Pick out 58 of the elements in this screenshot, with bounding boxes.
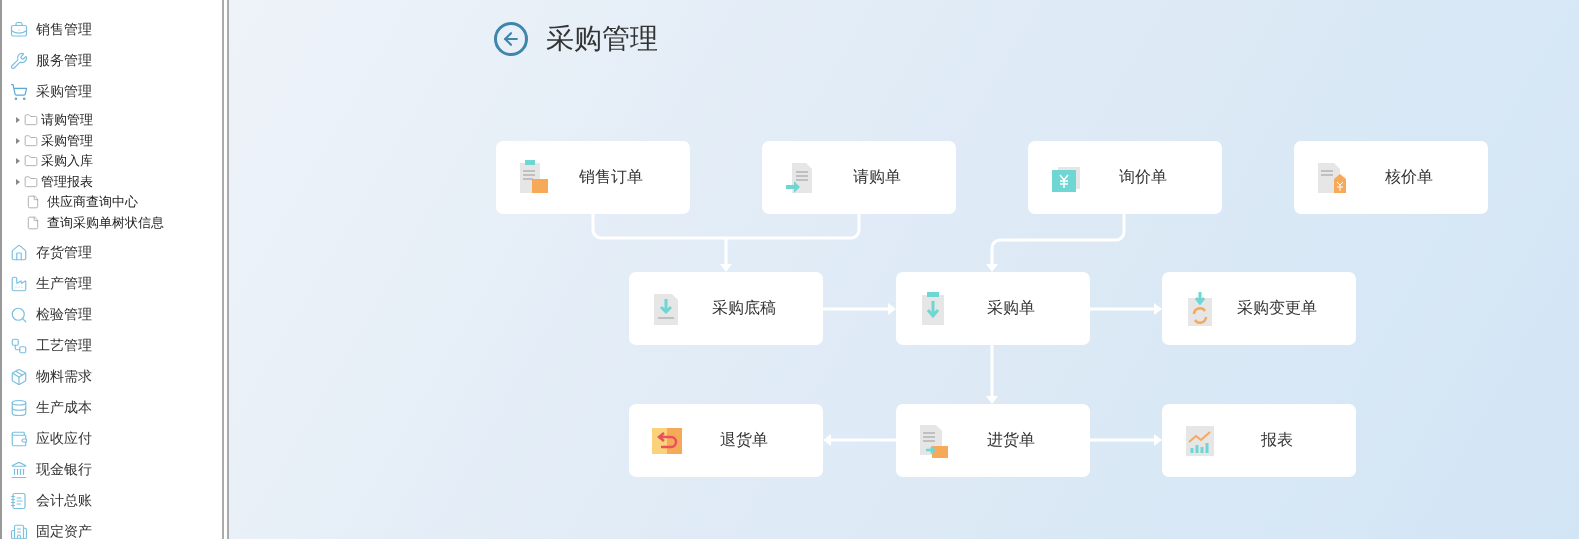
folder-icon (24, 154, 38, 169)
menu-item[interactable]: 服务管理 (10, 45, 222, 76)
tree-file[interactable]: 供应商查询中心 (16, 192, 222, 213)
file-icon (26, 195, 40, 210)
flow-card[interactable]: 采购单 (896, 272, 1090, 345)
back-arrow-icon (501, 29, 521, 49)
file-icon (26, 215, 40, 230)
folder-icon (24, 113, 38, 128)
flow-card[interactable]: 询价单 (1028, 141, 1222, 214)
page-title: 采购管理 (546, 21, 658, 57)
connector-arrow (986, 345, 998, 404)
tree-folder[interactable]: 采购管理 (16, 130, 222, 151)
menu-item[interactable]: 会计总账 (10, 485, 222, 516)
menu-item[interactable]: 生产成本 (10, 392, 222, 423)
menu-item[interactable]: 检验管理 (10, 299, 222, 330)
expand-caret-icon[interactable] (16, 137, 20, 144)
module-icon (10, 20, 28, 39)
flow-card[interactable]: 销售订单 (496, 141, 690, 214)
menu-item[interactable]: 销售管理 (10, 14, 222, 45)
module-icon (10, 460, 28, 479)
module-icon (10, 305, 28, 324)
menu-item[interactable]: 生产管理 (10, 268, 222, 299)
flow-card[interactable]: 采购变更单 (1162, 272, 1356, 345)
back-button[interactable] (494, 22, 528, 56)
tree-folder[interactable]: 采购入库 (16, 151, 222, 172)
folder-icon (24, 133, 38, 148)
module-icon (10, 398, 28, 417)
menu-item[interactable]: 工艺管理 (10, 330, 222, 361)
menu-item[interactable]: 存货管理 (10, 237, 222, 268)
menu-item[interactable]: 采购管理 (10, 76, 222, 107)
folder-icon (24, 174, 38, 189)
module-icon (10, 522, 28, 539)
module-icon (10, 336, 28, 355)
expand-caret-icon[interactable] (16, 178, 20, 185)
expand-caret-icon[interactable] (16, 158, 20, 165)
module-icon (10, 243, 28, 262)
module-icon (10, 367, 28, 386)
connector-arrow (1090, 303, 1162, 315)
module-icon (10, 82, 28, 101)
expand-caret-icon[interactable] (16, 117, 20, 124)
connector-arrow (1090, 434, 1162, 446)
tree-folder[interactable]: 管理报表 (16, 171, 222, 192)
module-icon (10, 491, 28, 510)
menu-item[interactable]: 应收应付 (10, 423, 222, 454)
flow-card[interactable]: 采购底稿 (629, 272, 823, 345)
flow-card[interactable]: 进货单 (896, 404, 1090, 477)
tree-folder[interactable]: 请购管理 (16, 110, 222, 131)
module-icon (10, 274, 28, 293)
flow-card[interactable]: 报表 (1162, 404, 1356, 477)
module-icon (10, 429, 28, 448)
flow-card[interactable]: 退货单 (629, 404, 823, 477)
menu-item[interactable]: 现金银行 (10, 454, 222, 485)
menu-item[interactable]: 物料需求 (10, 361, 222, 392)
flow-card[interactable]: 请购单 (762, 141, 956, 214)
flow-card[interactable]: 核价单 (1294, 141, 1488, 214)
menu-item[interactable]: 固定资产 (10, 516, 222, 539)
module-icon (10, 51, 28, 70)
tree-file[interactable]: 查询采购单树状信息 (16, 212, 222, 233)
